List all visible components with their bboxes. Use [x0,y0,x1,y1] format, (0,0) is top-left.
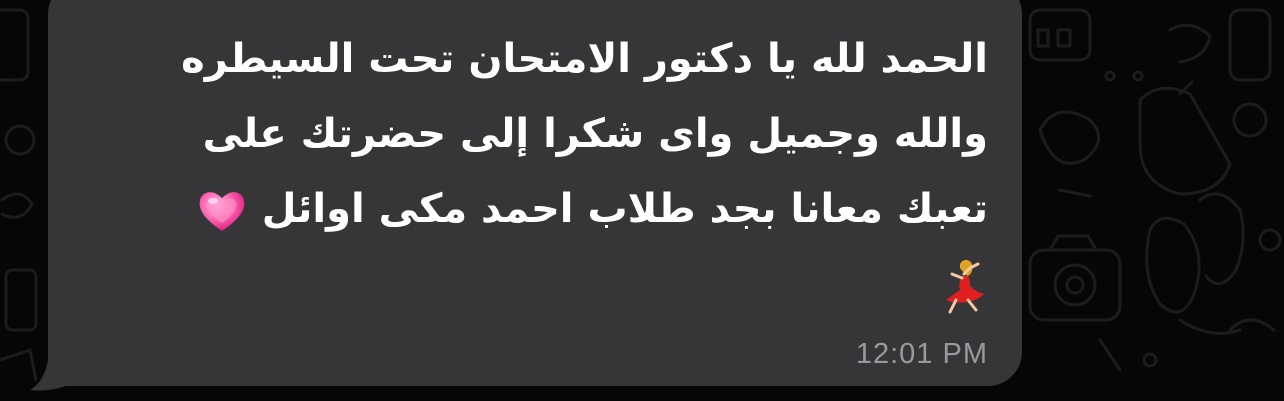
dancer-emoji [946,260,984,314]
message-line-2: والله وجميل واى شكرا إلى حضرتك على [202,111,988,157]
growing-heart-emoji [199,192,245,231]
chat-background: الحمد لله يا دكتور الامتحان تحت السيطره … [0,0,1284,401]
message-line-3: تعبك معانا بجد طلاب احمد مكى اوائل [261,186,988,232]
message-text: الحمد لله يا دكتور الامتحان تحت السيطره … [108,22,988,322]
message-line-3-row: تعبك معانا بجد طلاب احمد مكى اوائل [108,172,988,247]
message-line-4-row [108,247,988,322]
message-line-1: الحمد لله يا دكتور الامتحان تحت السيطره [181,36,988,82]
message-timestamp: 12:01 PM [855,338,988,370]
